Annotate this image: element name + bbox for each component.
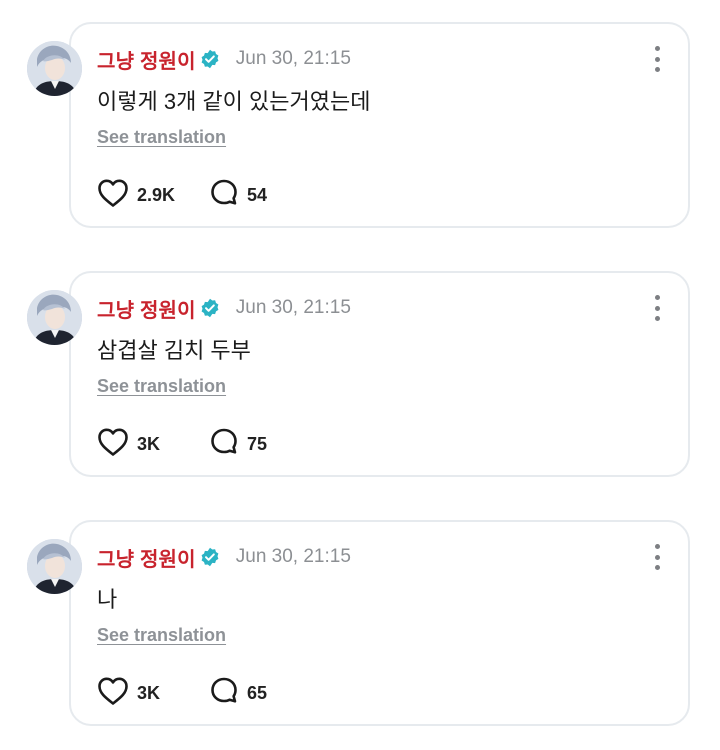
like-button[interactable]: 3K xyxy=(97,427,209,462)
like-count: 3K xyxy=(137,433,161,454)
verified-badge-icon xyxy=(200,49,220,69)
reply-button[interactable]: 75 xyxy=(209,427,267,462)
comment-card[interactable]: 그냥 정원이 Jun 30, 21:15 나 See translation 3… xyxy=(69,520,690,726)
comment-post: 그냥 정원이 Jun 30, 21:15 나 See translation 3… xyxy=(0,520,720,740)
comment-post: 그냥 정원이 Jun 30, 21:15 삼겹살 김치 두부 See trans… xyxy=(0,271,720,491)
see-translation-link[interactable]: See translation xyxy=(97,127,226,148)
timestamp: Jun 30, 21:15 xyxy=(235,48,351,69)
like-count: 3K xyxy=(137,682,161,703)
verified-badge-icon xyxy=(200,547,220,567)
like-count: 2.9K xyxy=(137,184,176,205)
comment-post: 그냥 정원이 Jun 30, 21:15 이렇게 3개 같이 있는거였는데 Se… xyxy=(0,22,720,242)
heart-icon xyxy=(97,427,129,462)
comment-header: 그냥 정원이 Jun 30, 21:15 xyxy=(97,542,351,572)
heart-icon xyxy=(97,676,129,711)
speech-bubble-icon xyxy=(209,676,239,711)
see-translation-link[interactable]: See translation xyxy=(97,625,226,646)
comment-text: 이렇게 3개 같이 있는거였는데 xyxy=(97,89,371,114)
timestamp: Jun 30, 21:15 xyxy=(235,297,351,318)
more-vertical-icon[interactable] xyxy=(652,46,662,72)
more-vertical-icon[interactable] xyxy=(652,295,662,321)
comment-feed: 그냥 정원이 Jun 30, 21:15 이렇게 3개 같이 있는거였는데 Se… xyxy=(0,0,720,750)
avatar[interactable] xyxy=(27,41,82,96)
more-vertical-icon[interactable] xyxy=(652,544,662,570)
username[interactable]: 그냥 정원이 xyxy=(97,45,196,74)
heart-icon xyxy=(97,178,129,213)
comment-card[interactable]: 그냥 정원이 Jun 30, 21:15 삼겹살 김치 두부 See trans… xyxy=(69,271,690,477)
reply-button[interactable]: 54 xyxy=(209,178,267,213)
comment-actions: 3K 65 xyxy=(97,676,267,710)
see-translation-link[interactable]: See translation xyxy=(97,376,226,397)
comment-text: 나 xyxy=(97,587,118,612)
comment-text: 삼겹살 김치 두부 xyxy=(97,338,251,363)
speech-bubble-icon xyxy=(209,178,239,213)
comment-card[interactable]: 그냥 정원이 Jun 30, 21:15 이렇게 3개 같이 있는거였는데 Se… xyxy=(69,22,690,228)
comment-actions: 2.9K 54 xyxy=(97,178,267,212)
reply-button[interactable]: 65 xyxy=(209,676,267,711)
username[interactable]: 그냥 정원이 xyxy=(97,543,196,572)
verified-badge-icon xyxy=(200,298,220,318)
avatar[interactable] xyxy=(27,539,82,594)
timestamp: Jun 30, 21:15 xyxy=(235,546,351,567)
speech-bubble-icon xyxy=(209,427,239,462)
comment-header: 그냥 정원이 Jun 30, 21:15 xyxy=(97,293,351,323)
reply-count: 54 xyxy=(247,184,268,205)
comment-actions: 3K 75 xyxy=(97,427,267,461)
username[interactable]: 그냥 정원이 xyxy=(97,294,196,323)
like-button[interactable]: 3K xyxy=(97,676,209,711)
reply-count: 65 xyxy=(247,682,268,703)
reply-count: 75 xyxy=(247,433,268,454)
comment-header: 그냥 정원이 Jun 30, 21:15 xyxy=(97,44,351,74)
avatar[interactable] xyxy=(27,290,82,345)
like-button[interactable]: 2.9K xyxy=(97,178,209,213)
